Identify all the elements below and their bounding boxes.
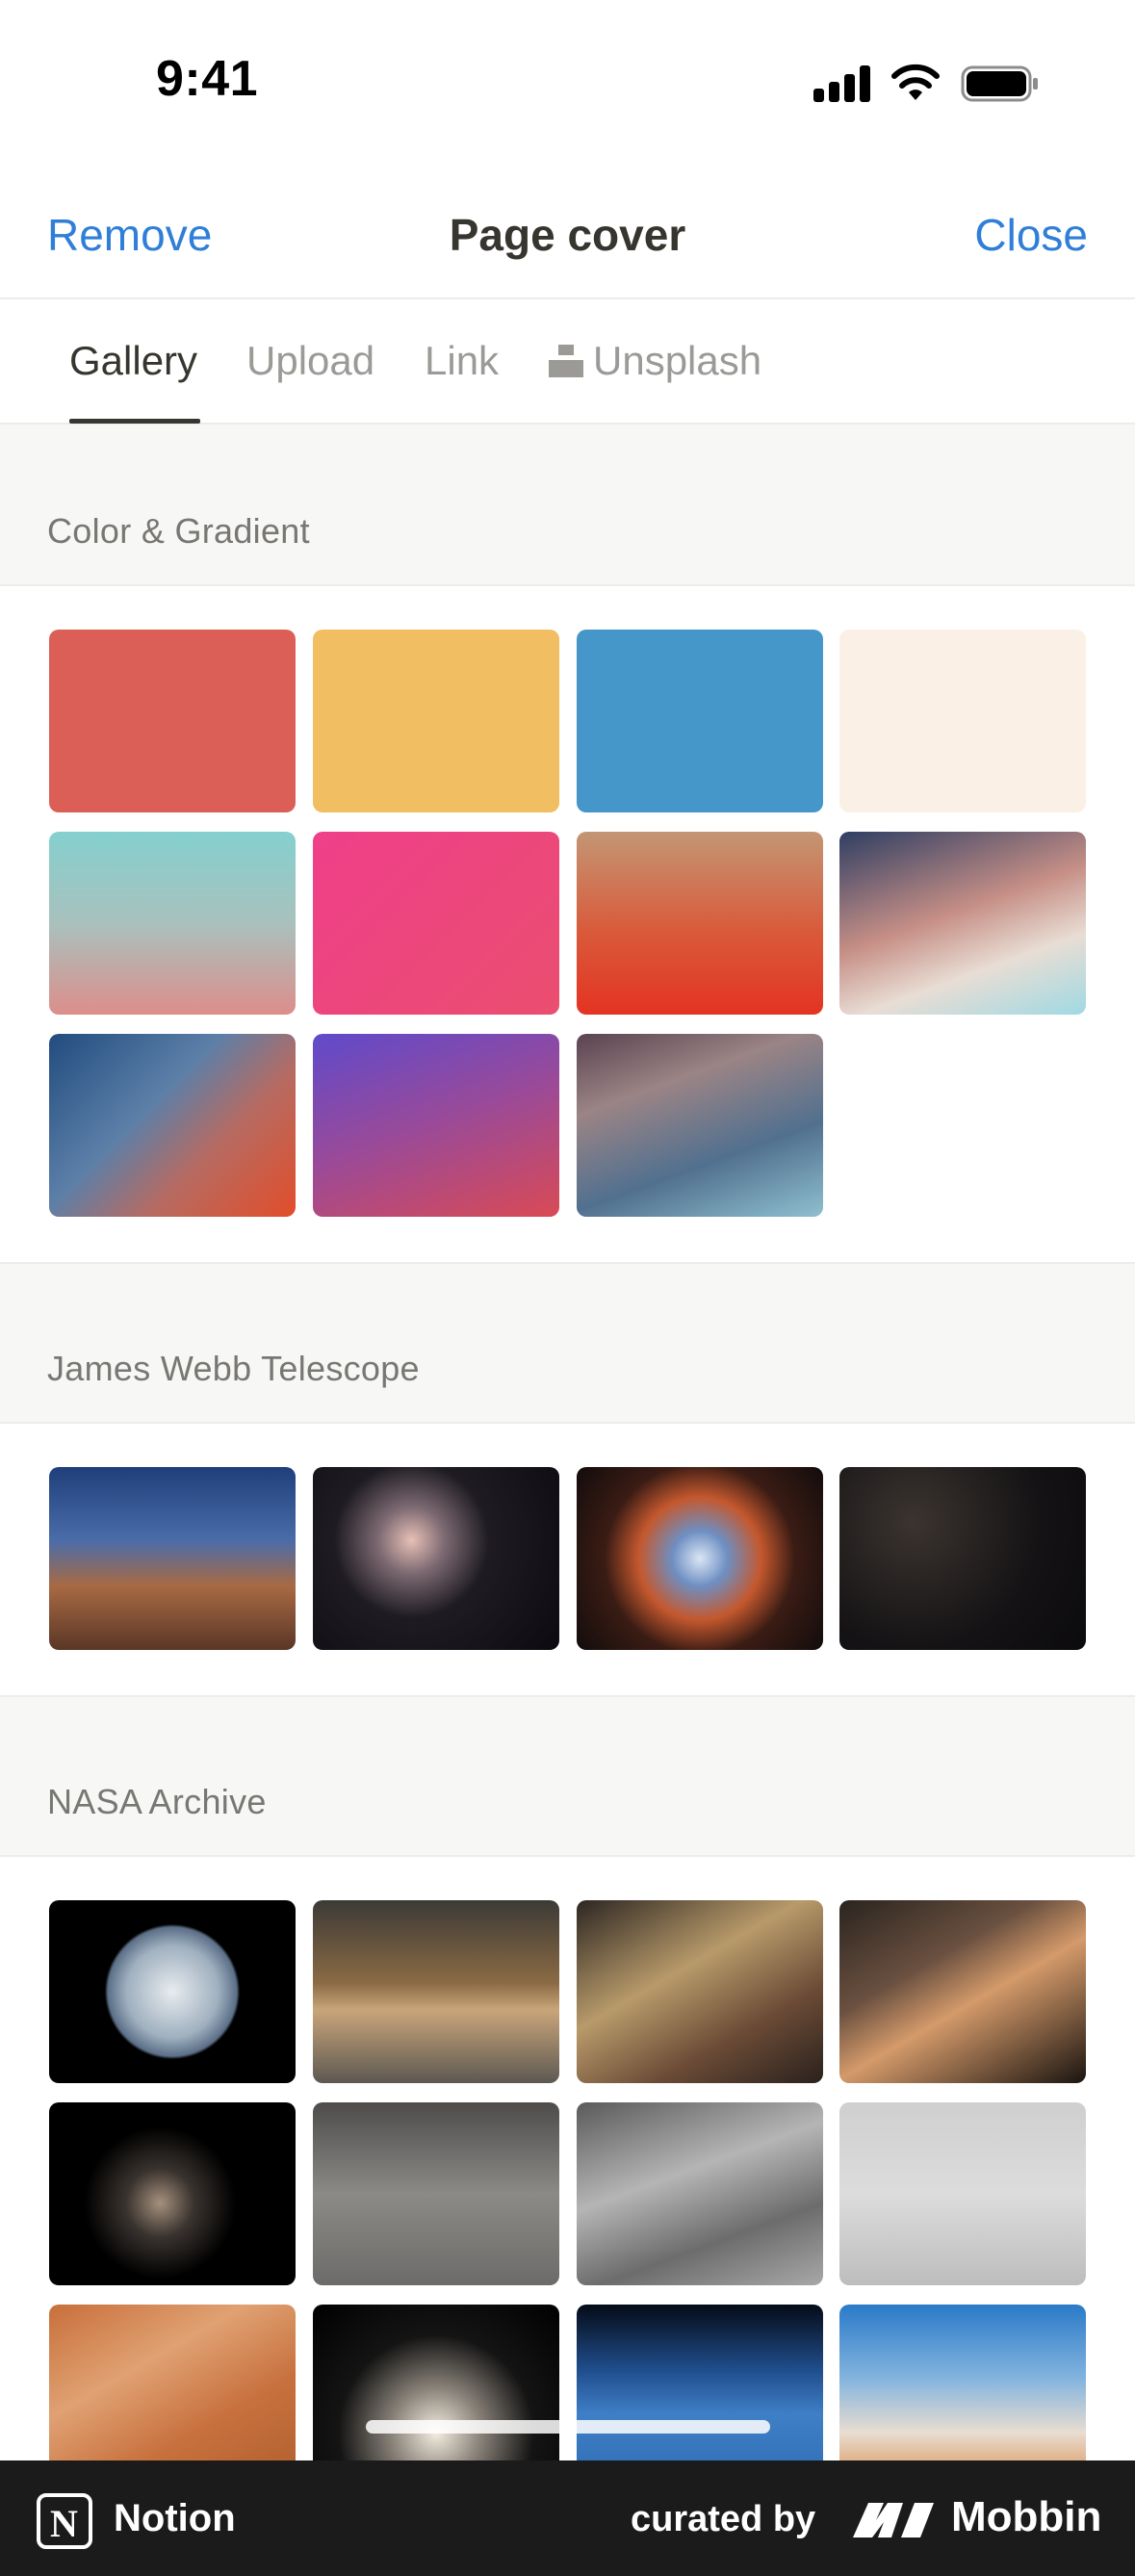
unsplash-icon: [549, 345, 583, 377]
notion-logo-icon: N: [37, 2493, 92, 2549]
tab-unsplash[interactable]: Unsplash: [549, 338, 761, 384]
status-bar: 9:41: [0, 0, 1135, 168]
tab-upload[interactable]: Upload: [246, 338, 374, 384]
cover-option-computer-room[interactable]: [577, 2102, 823, 2285]
cover-option-carina-nebula[interactable]: [49, 1467, 296, 1650]
cover-option-gradient-mauve-teal[interactable]: [577, 1034, 823, 1217]
cover-option-stephans-quintet[interactable]: [313, 1467, 559, 1650]
cover-option-moon-surface[interactable]: [313, 2102, 559, 2285]
tab-bar: Gallery Upload Link Unsplash: [0, 299, 1135, 425]
cover-option-gradient-teal-rose[interactable]: [49, 832, 296, 1015]
cover-option-solid-yellow[interactable]: [313, 630, 559, 812]
tab-link[interactable]: Link: [425, 338, 499, 384]
battery-icon: [961, 65, 1038, 102]
section-header-color-gradient: Color & Gradient: [0, 425, 1135, 586]
cover-option-solid-cream[interactable]: [839, 630, 1086, 812]
cover-option-telescope-mirror[interactable]: [577, 1900, 823, 2083]
mobbin-logo-icon: [853, 2503, 934, 2537]
cover-grid-james-webb: [0, 1424, 1135, 1695]
footer-bar: N Notion curated by Mobbin: [0, 2460, 1135, 2576]
wifi-icon: [891, 64, 940, 100]
cover-option-wind-tunnel[interactable]: [313, 1900, 559, 2083]
cover-option-desert-terrain[interactable]: [49, 2305, 296, 2460]
cover-option-shuttle-launch[interactable]: [839, 2305, 1086, 2460]
cover-grid-nasa-archive: [0, 1857, 1135, 2460]
active-tab-indicator: [69, 419, 200, 424]
cover-option-solid-blue[interactable]: [577, 630, 823, 812]
home-indicator: [366, 2420, 770, 2434]
tab-gallery[interactable]: Gallery: [69, 338, 197, 384]
cover-option-solid-red[interactable]: [49, 630, 296, 812]
page-title: Page cover: [449, 210, 686, 260]
cover-option-gradient-blue-red[interactable]: [49, 1034, 296, 1217]
section-title: Color & Gradient: [47, 511, 310, 551]
tab-unsplash-label: Unsplash: [593, 338, 762, 383]
cover-option-southern-ring-nebula[interactable]: [577, 1467, 823, 1650]
curated-by-label: curated by: [631, 2499, 816, 2539]
cover-option-lunar-module[interactable]: [49, 2102, 296, 2285]
navigation-bar: Remove Page cover Close: [0, 168, 1135, 299]
section-title: NASA Archive: [47, 1782, 267, 1821]
mobbin-brand: Mobbin: [951, 2493, 1102, 2540]
close-button[interactable]: Close: [974, 209, 1088, 261]
section-title: James Webb Telescope: [47, 1349, 420, 1388]
app-name: Notion: [114, 2497, 236, 2539]
cover-option-earth-orbit[interactable]: [577, 2305, 823, 2460]
section-header-james-webb: James Webb Telescope: [0, 1262, 1135, 1424]
cover-option-gradient-navy-sky[interactable]: [839, 832, 1086, 1015]
cover-option-spacewalk[interactable]: [839, 1900, 1086, 2083]
cover-option-blue-marble-earth[interactable]: [49, 1900, 296, 2083]
cover-option-gradient-violet-red[interactable]: [313, 1034, 559, 1217]
cover-option-deep-field[interactable]: [839, 1467, 1086, 1650]
section-header-nasa-archive: NASA Archive: [0, 1695, 1135, 1857]
cover-option-gradient-pink[interactable]: [313, 832, 559, 1015]
cover-option-wright-flyer[interactable]: [839, 2102, 1086, 2285]
cover-option-launch-clouds[interactable]: [313, 2305, 559, 2460]
cellular-signal-icon: [813, 64, 871, 102]
status-time: 9:41: [156, 51, 259, 107]
cover-grid-color-gradient: [0, 588, 1135, 1262]
cover-option-gradient-tan-red[interactable]: [577, 832, 823, 1015]
